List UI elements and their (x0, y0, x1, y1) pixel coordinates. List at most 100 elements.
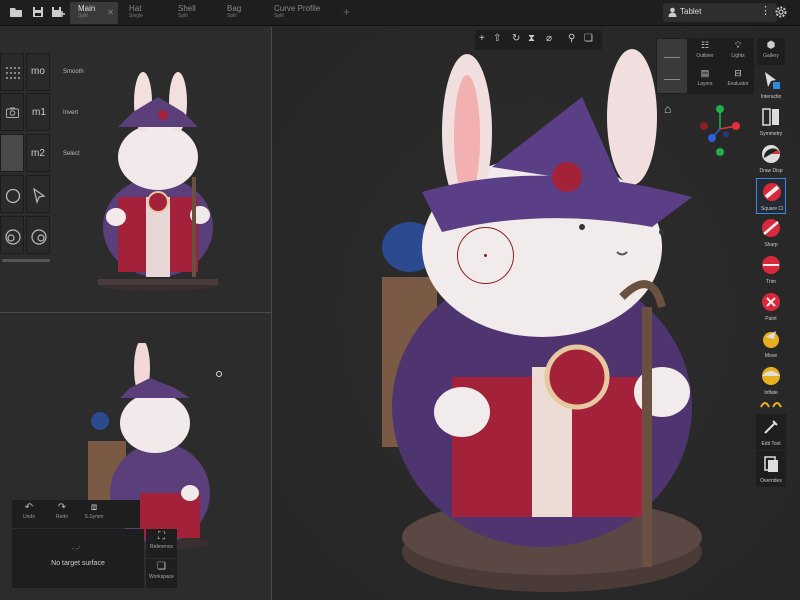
share-icon[interactable]: ⇧ (493, 33, 501, 44)
tool-paint[interactable]: Paint (756, 289, 786, 325)
tool-move[interactable]: Move (756, 326, 786, 362)
move-icon[interactable]: + (479, 33, 485, 44)
evaluator-label: Evaluator (727, 81, 749, 87)
target-message: No target surface (51, 560, 105, 567)
save-as-icon[interactable] (51, 5, 65, 19)
symmetry-button[interactable]: ⧈ S.Symm (79, 502, 109, 526)
save-icon[interactable] (31, 5, 45, 19)
square-clay-icon (763, 183, 781, 201)
dots-grid-icon (6, 67, 20, 79)
bunny-model-front-preview[interactable] (88, 57, 228, 293)
bunny-model-main[interactable] (362, 37, 702, 597)
tab-subtitle: Single (129, 13, 143, 19)
grid-dots-button[interactable] (0, 53, 24, 91)
scrubber[interactable] (2, 259, 50, 262)
preview-swatch[interactable] (657, 39, 687, 93)
layers-label: Layers (697, 81, 713, 87)
tab-title: Main (78, 4, 96, 13)
select-key-button[interactable]: m2 (26, 134, 50, 172)
tab-title: Hat (129, 4, 142, 13)
pin-icon[interactable]: ⚲ (568, 33, 575, 44)
tool-label: Inflate (764, 390, 778, 396)
tool-label: Symmetry (759, 131, 783, 137)
lasso-alt-button[interactable] (26, 216, 50, 254)
tab-curve-profile[interactable]: Curve Profile Split (266, 2, 338, 24)
inflate-icon (762, 367, 780, 385)
tool-square-clay[interactable]: Square Cl (756, 178, 786, 214)
outliner-button[interactable]: ☷ Outliner (689, 38, 721, 65)
evaluator-button[interactable]: ⊟ Evaluator (722, 66, 754, 93)
tool-overrides[interactable]: Overrides (756, 451, 786, 487)
redo-button[interactable]: ↷ Redo (47, 502, 77, 526)
tool-label: Move (764, 353, 778, 359)
lights-button[interactable]: 💡︎ Lights (722, 38, 754, 65)
tool-label: Interactio (760, 94, 782, 100)
tool-strip[interactable] (756, 397, 786, 408)
tool-symmetry[interactable]: Symmetry (756, 104, 786, 140)
blank-slot-button[interactable] (0, 134, 24, 172)
undo-icon: ↶ (24, 502, 34, 513)
tablet-label: Tablet (680, 7, 702, 16)
tool-interaction[interactable]: Interactio (756, 67, 786, 103)
cursor-icon (765, 72, 780, 89)
invert-key-button[interactable]: m1 (26, 93, 50, 131)
tool-draw-disp[interactable]: Draw Disp (756, 141, 786, 177)
tool-label: Trim (766, 279, 776, 285)
reference-button[interactable]: ⛶ Reference (146, 529, 177, 558)
close-icon[interactable]: ✕ (107, 8, 114, 17)
add-tab-icon[interactable]: + (343, 5, 350, 19)
home-icon[interactable]: ⌂ (664, 102, 671, 116)
split-view-top[interactable]: mo Smooth m1 Invert m2 Select (0, 27, 271, 312)
camera-flash-icon[interactable]: ⌀ (546, 33, 552, 44)
lasso-tool-button[interactable] (0, 216, 24, 254)
move-icon (763, 331, 779, 348)
smooth-key-button[interactable]: mo (26, 53, 50, 91)
overrides-icon (764, 456, 778, 472)
select-label: Select (63, 151, 80, 157)
panel-grid: ☷ Outliner 💡︎ Lights ▤ Layers ⊟ Evaluato… (656, 38, 754, 94)
more-vertical-icon[interactable]: ⋮ (760, 4, 771, 17)
rotate-icon[interactable]: ↻ (512, 33, 520, 44)
tab-subtitle: Split (227, 13, 237, 19)
layers-button[interactable]: ▤ Layers (689, 66, 721, 93)
circle-tool-button[interactable] (0, 175, 24, 213)
workspace-icon: ❏ (157, 561, 166, 572)
folder-icon[interactable] (9, 5, 23, 19)
viewport-toolbar: + ⇧ ↻ ⧗ ⌀ ⚲ ❏ (475, 30, 602, 50)
workspace-button[interactable]: ❏ Workspace (146, 559, 177, 588)
tab-title: Bag (227, 4, 242, 13)
layers-icon: ▤ (700, 68, 710, 78)
lights-label: Lights (731, 53, 745, 59)
tool-edit-tool[interactable]: Edit Tool (756, 414, 786, 450)
layers-icon[interactable]: ❏ (584, 33, 593, 44)
tablet-selector[interactable]: Tablet ⋮ (663, 3, 777, 22)
smooth-label: Smooth (63, 69, 84, 75)
lasso-alt-icon (31, 229, 47, 245)
gear-icon[interactable] (774, 5, 788, 19)
arrow-tool-button[interactable] (26, 175, 50, 213)
symmetry-label: S.Symm (84, 514, 104, 520)
tool-trim[interactable]: Trim (756, 252, 786, 288)
tab-main[interactable]: Main Split ✕ (70, 2, 118, 24)
tab-shell[interactable]: Shell Split (170, 2, 218, 24)
camera-icon (6, 107, 19, 118)
gallery-button[interactable]: ⬢ Gallery (757, 38, 785, 65)
lightbulb-icon: 💡︎ (734, 40, 742, 50)
tab-bag[interactable]: Bag Split (219, 2, 267, 24)
target-surface-box: -.-' No target surface (12, 529, 144, 588)
tool-sharp[interactable]: Sharp (756, 215, 786, 251)
orientation-gizmo[interactable] (696, 104, 744, 160)
tab-title: Curve Profile (274, 4, 321, 13)
camera-button[interactable] (0, 93, 24, 131)
undo-button[interactable]: ↶ Undo (14, 502, 44, 526)
tab-hat[interactable]: Hat Single (121, 2, 169, 24)
edit-tool-icon (764, 420, 778, 434)
tool-column: Interactio Symmetry Draw Disp Square Cl … (756, 67, 786, 487)
smooth-key: mo (31, 66, 45, 77)
tool-inflate[interactable]: Inflate (756, 363, 786, 399)
outliner-label: Outliner (696, 53, 714, 59)
sliders-icon[interactable]: ⧗ (528, 33, 535, 44)
top-bar: Main Split ✕ Hat Single Shell Split Bag … (0, 0, 800, 26)
tab-subtitle: Split (78, 13, 88, 19)
symmetry-icon: ⧈ (90, 502, 98, 513)
